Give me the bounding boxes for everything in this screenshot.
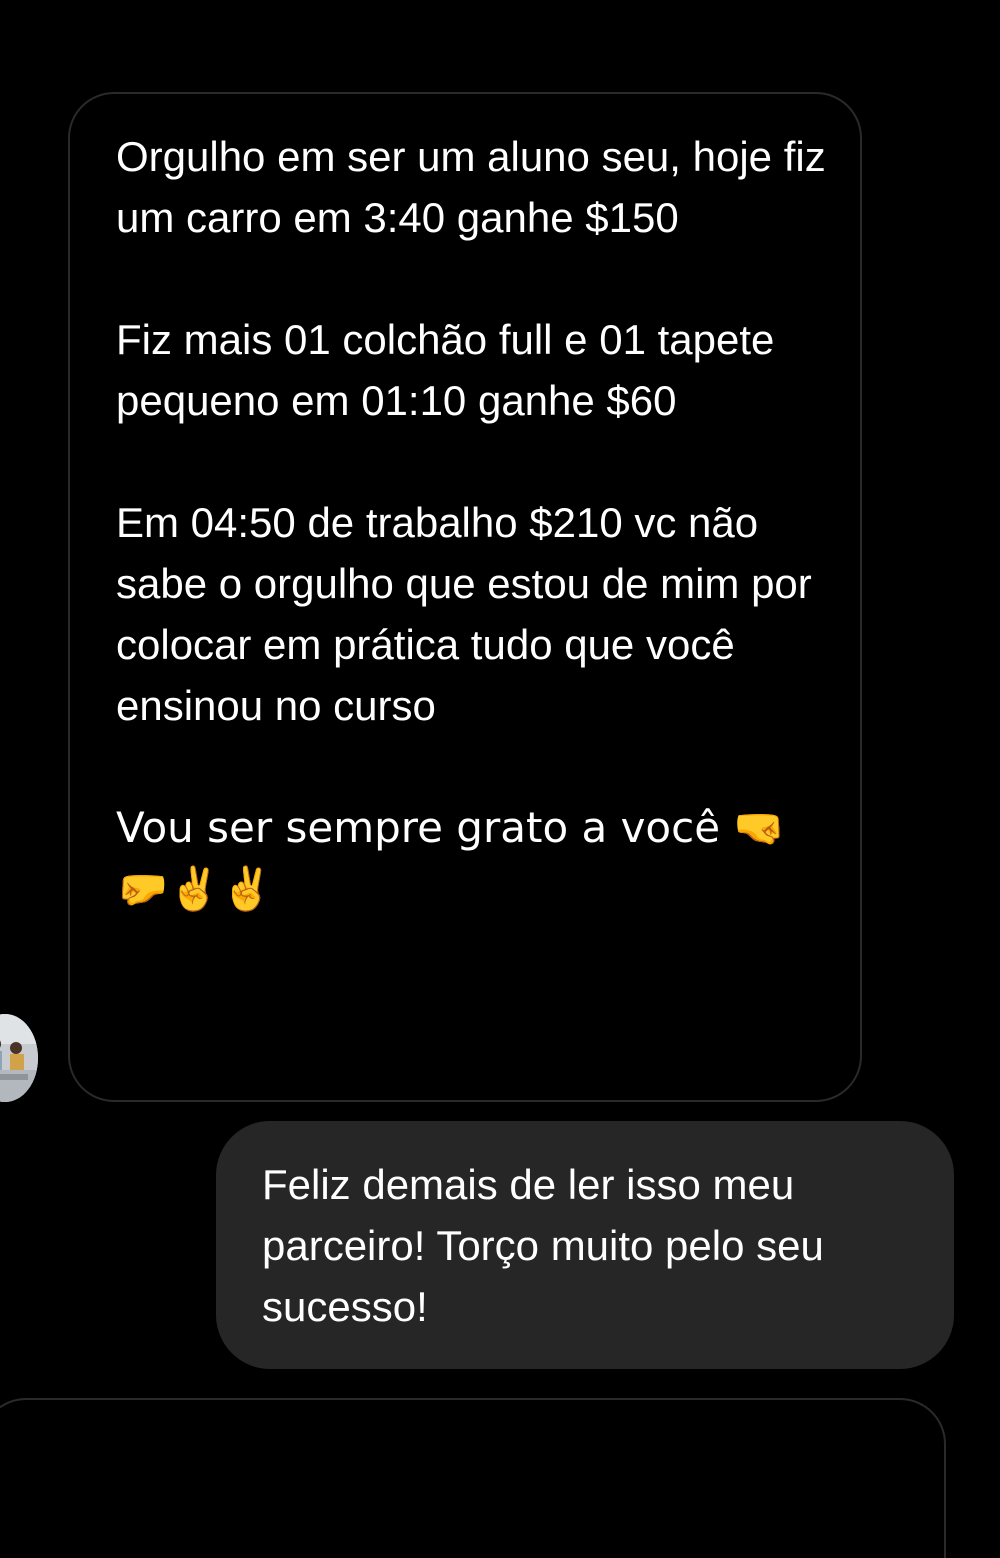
- sender-avatar[interactable]: [0, 1014, 38, 1102]
- sent-message-bubble[interactable]: Feliz demais de ler isso meu parceiro! T…: [216, 1121, 954, 1369]
- received-message-paragraph: Em 04:50 de trabalho $210 vc não sabe o …: [116, 499, 812, 729]
- sent-message-text: Feliz demais de ler isso meu parceiro! T…: [262, 1161, 824, 1330]
- received-message-bubble[interactable]: Orgulho em ser um aluno seu, hoje fiz um…: [68, 92, 862, 1102]
- next-message-bubble[interactable]: [0, 1398, 946, 1558]
- received-message-paragraph: Fiz mais 01 colchão full e 01 tapete peq…: [116, 316, 775, 424]
- received-message-paragraph: Orgulho em ser um aluno seu, hoje fiz um…: [116, 133, 826, 241]
- received-message-paragraph: Vou ser sempre grato a você 🤜🤛✌️✌️: [116, 803, 786, 913]
- received-message-text: Orgulho em ser um aluno seu, hoje fiz um…: [116, 126, 836, 919]
- profile-photo-avatar-icon: [0, 1014, 38, 1102]
